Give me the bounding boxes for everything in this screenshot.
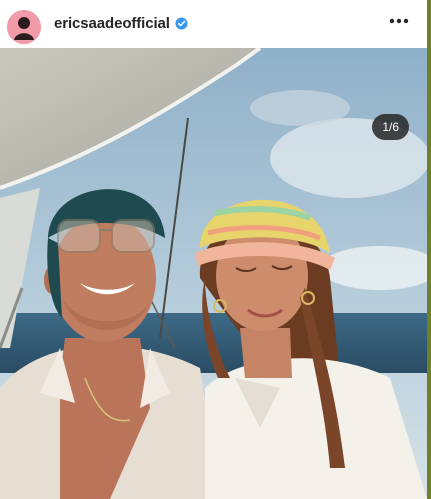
username-link[interactable]: ericsaadeofficial — [54, 15, 188, 32]
couple-selfie-image — [0, 48, 427, 499]
media-counter-badge: 1/6 — [372, 114, 409, 140]
verified-badge-icon — [175, 17, 188, 30]
more-dots-icon — [389, 18, 409, 24]
post-header: ericsaadeofficial — [0, 0, 427, 49]
more-options-button[interactable] — [389, 7, 409, 30]
username-text: ericsaadeofficial — [54, 15, 170, 32]
edge-strip — [427, 0, 431, 499]
post-photo[interactable]: 1/6 — [0, 48, 427, 499]
profile-avatar[interactable] — [7, 10, 41, 44]
avatar-silhouette-icon — [7, 10, 41, 44]
